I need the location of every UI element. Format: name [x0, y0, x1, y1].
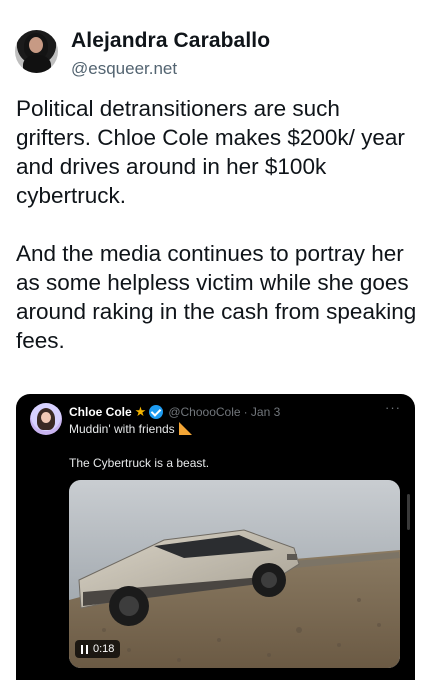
video-time: 0:18 — [93, 643, 115, 655]
quoted-text-line1: Muddin' with friends — [69, 421, 192, 436]
video-player[interactable]: 0:18 — [69, 480, 400, 668]
triangular-ruler-icon — [178, 421, 192, 435]
author-names: Alejandra Caraballo @esqueer.net — [71, 28, 270, 80]
pause-icon[interactable] — [81, 644, 88, 654]
author-display-name[interactable]: Alejandra Caraballo — [71, 28, 270, 54]
quoted-post[interactable]: Chloe Cole ★ @ChoooCole · Jan 3 ··· Mudd… — [16, 394, 415, 680]
video-progress-badge[interactable]: 0:18 — [75, 640, 121, 658]
post-header: Alejandra Caraballo @esqueer.net — [15, 28, 270, 80]
quoted-date[interactable]: · Jan 3 — [244, 405, 281, 419]
quoted-avatar[interactable] — [30, 403, 62, 435]
quoted-handle[interactable]: @ChoooCole — [168, 405, 240, 419]
more-icon[interactable]: ··· — [385, 400, 401, 415]
quoted-caption: Muddin' with friends — [69, 422, 175, 436]
verified-icon — [149, 405, 164, 419]
quoted-header: Chloe Cole ★ @ChoooCole · Jan 3 — [69, 404, 280, 420]
post-text: Political detransitioners are such grift… — [16, 96, 417, 353]
star-icon: ★ — [134, 404, 147, 419]
quoted-display-name[interactable]: Chloe Cole — [69, 405, 132, 419]
author-handle[interactable]: @esqueer.net — [71, 58, 270, 80]
quoted-text-line2: The Cybertruck is a beast. — [69, 456, 210, 470]
cybertruck-image — [69, 480, 400, 668]
avatar[interactable] — [15, 30, 58, 73]
scrollbar[interactable] — [407, 494, 410, 530]
